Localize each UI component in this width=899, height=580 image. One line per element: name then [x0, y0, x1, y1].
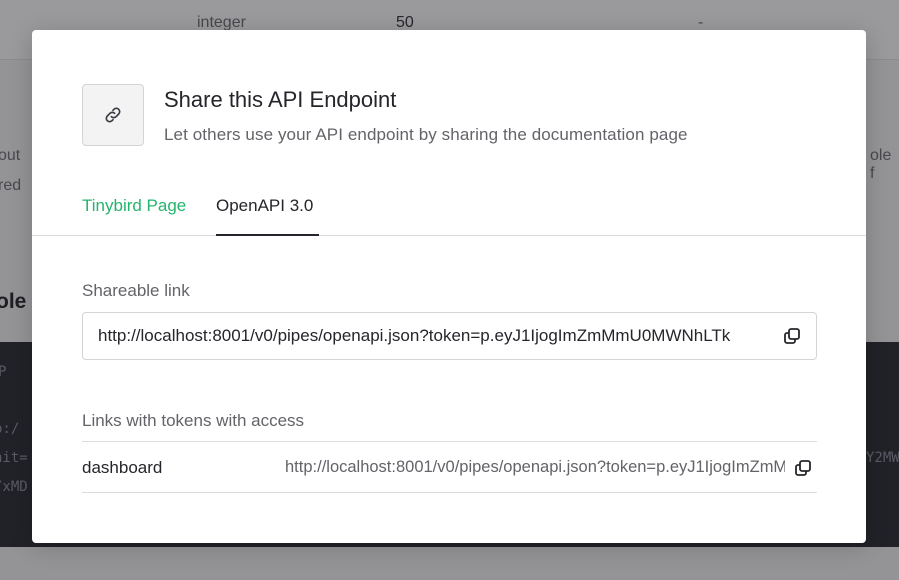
- token-links-table: dashboard http://localhost:8001/v0/pipes…: [82, 441, 817, 493]
- shareable-link-label: Shareable link: [82, 281, 190, 300]
- token-links-label: Links with tokens with access: [82, 411, 305, 430]
- modal-title: Share this API Endpoint: [164, 87, 397, 112]
- share-endpoint-modal: Share this API Endpoint Let others use y…: [32, 30, 866, 543]
- token-url-wrapper: http://localhost:8001/v0/pipes/openapi.j…: [285, 458, 785, 480]
- shareable-link-field: [82, 312, 817, 360]
- copy-icon[interactable]: [783, 327, 801, 345]
- tab-openapi[interactable]: OpenAPI 3.0: [216, 196, 319, 236]
- share-tabs: Tinybird Page OpenAPI 3.0: [32, 188, 866, 236]
- shareable-link-input[interactable]: [98, 313, 778, 359]
- modal-subtitle: Let others use your API endpoint by shar…: [164, 125, 688, 144]
- copy-icon[interactable]: [794, 459, 812, 477]
- token-name: dashboard: [82, 458, 163, 477]
- token-url[interactable]: http://localhost:8001/v0/pipes/openapi.j…: [285, 458, 785, 476]
- tab-tinybird-page[interactable]: Tinybird Page: [82, 196, 186, 236]
- link-icon-container: [82, 84, 144, 146]
- link-icon: [105, 107, 121, 123]
